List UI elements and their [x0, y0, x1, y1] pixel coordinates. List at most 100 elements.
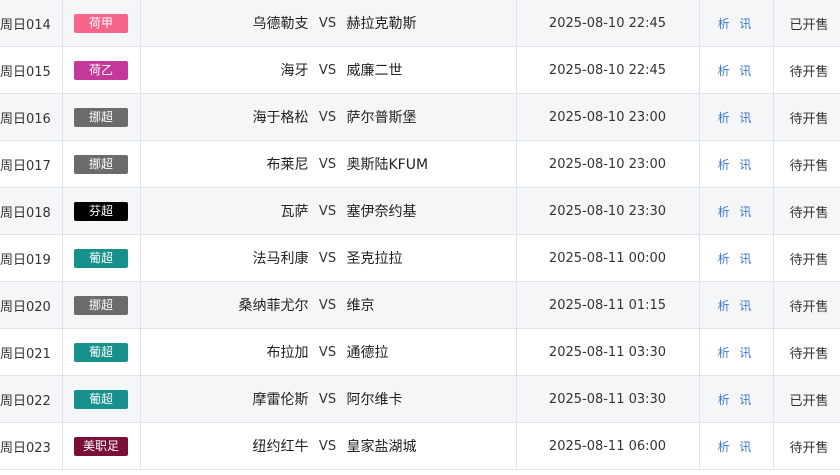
teams: 瓦萨 VS 塞伊奈约基 [141, 189, 515, 234]
teams-cell: 摩雷伦斯 VS 阿尔维卡 [139, 375, 517, 423]
vs-label: VS [318, 62, 337, 78]
match-time: 2025-08-11 01:15 [515, 281, 700, 329]
home-team: 乌德勒支 [252, 16, 309, 32]
analysis-news-link[interactable]: 析 讯 [718, 64, 755, 78]
table-row: 周日020 挪超 桑纳菲尤尔 VS 维京 2025-08-11 01:15 析 讯 待开售 [0, 281, 840, 329]
league-badge[interactable]: 葡超 [74, 342, 128, 362]
teams: 布莱尼 VS 奥斯陆KFUM [141, 142, 515, 187]
info-cell: 析 讯 [698, 140, 774, 188]
table-row: 周日021 葡超 布拉加 VS 通德拉 2025-08-11 03:30 析 讯 待开售 [0, 328, 840, 376]
league-cell: 葡超 [61, 234, 141, 282]
league-badge[interactable]: 葡超 [74, 248, 128, 268]
match-time: 2025-08-10 23:00 [515, 140, 700, 188]
vs-label: VS [318, 156, 337, 172]
match-time: 2025-08-10 23:00 [515, 93, 700, 141]
league-cell: 美职足 [61, 422, 141, 470]
teams-cell: 海于格松 VS 萨尔普斯堡 [139, 93, 517, 141]
match-time: 2025-08-11 03:30 [515, 375, 700, 423]
league-badge[interactable]: 荷甲 [74, 13, 128, 33]
match-number: 周日019 [0, 234, 63, 282]
match-time: 2025-08-10 22:45 [515, 0, 700, 47]
match-time: 2025-08-11 06:00 [515, 422, 700, 470]
vs-label: VS [318, 344, 337, 360]
league-cell: 芬超 [61, 187, 141, 235]
away-team: 阿尔维卡 [346, 392, 403, 408]
league-badge[interactable]: 美职足 [74, 436, 128, 456]
teams-cell: 桑纳菲尤尔 VS 维京 [139, 281, 517, 329]
home-team: 布拉加 [266, 345, 309, 361]
teams-cell: 海牙 VS 威廉二世 [139, 46, 517, 94]
vs-label: VS [318, 109, 337, 125]
home-team: 摩雷伦斯 [252, 392, 309, 408]
league-cell: 挪超 [61, 281, 141, 329]
analysis-news-link[interactable]: 析 讯 [718, 299, 755, 313]
match-number: 周日017 [0, 140, 63, 188]
sale-status: 待开售 [772, 93, 840, 141]
match-number: 周日018 [0, 187, 63, 235]
teams-cell: 瓦萨 VS 塞伊奈约基 [139, 187, 517, 235]
away-team: 威廉二世 [346, 63, 403, 79]
teams: 海牙 VS 威廉二世 [141, 48, 515, 93]
match-number: 周日021 [0, 328, 63, 376]
match-table-body: 周日014 荷甲 乌德勒支 VS 赫拉克勒斯 2025-08-10 22:45 析 讯已开售… [0, 0, 840, 470]
info-cell: 析 讯 [698, 422, 774, 470]
teams: 桑纳菲尤尔 VS 维京 [141, 283, 515, 328]
match-time: 2025-08-10 23:30 [515, 187, 700, 235]
table-row: 周日014 荷甲 乌德勒支 VS 赫拉克勒斯 2025-08-10 22:45 析 讯 已开售 [0, 0, 840, 47]
league-badge[interactable]: 芬超 [74, 201, 128, 221]
match-time: 2025-08-11 00:00 [515, 234, 700, 282]
league-badge[interactable]: 挪超 [74, 154, 128, 174]
sale-status: 待开售 [772, 281, 840, 329]
league-cell: 荷甲 [61, 0, 141, 47]
info-cell: 析 讯 [698, 46, 774, 94]
analysis-news-link[interactable]: 析 讯 [718, 158, 755, 172]
away-team: 通德拉 [346, 345, 389, 361]
away-team: 皇家盐湖城 [346, 439, 417, 455]
league-badge[interactable]: 挪超 [74, 295, 128, 315]
info-cell: 析 讯 [698, 281, 774, 329]
match-number: 周日020 [0, 281, 63, 329]
sale-status: 待开售 [772, 422, 840, 470]
home-team: 桑纳菲尤尔 [238, 298, 309, 314]
analysis-news-link[interactable]: 析 讯 [718, 252, 755, 266]
analysis-news-link[interactable]: 析 讯 [718, 393, 755, 407]
teams: 海于格松 VS 萨尔普斯堡 [141, 95, 515, 140]
table-row: 周日022 葡超 摩雷伦斯 VS 阿尔维卡 2025-08-11 03:30 析 讯 已开售 [0, 375, 840, 423]
away-team: 维京 [346, 298, 375, 314]
sale-status: 待开售 [772, 46, 840, 94]
home-team: 法马利康 [252, 251, 309, 267]
info-cell: 析 讯 [698, 328, 774, 376]
sale-status: 待开售 [772, 234, 840, 282]
match-number: 周日016 [0, 93, 63, 141]
away-team: 圣克拉拉 [346, 251, 403, 267]
analysis-news-link[interactable]: 析 讯 [718, 111, 755, 125]
league-cell: 挪超 [61, 140, 141, 188]
league-badge[interactable]: 挪超 [74, 107, 128, 127]
sale-status: 待开售 [772, 328, 840, 376]
league-badge[interactable]: 葡超 [74, 389, 128, 409]
away-team: 萨尔普斯堡 [346, 110, 417, 126]
table-row: 周日017 挪超 布莱尼 VS 奥斯陆KFUM 2025-08-10 23:00 析 讯 待开… [0, 140, 840, 188]
teams: 乌德勒支 VS 赫拉克勒斯 [141, 0, 515, 46]
teams-cell: 纽约红牛 VS 皇家盐湖城 [139, 422, 517, 470]
teams: 法马利康 VS 圣克拉拉 [141, 236, 515, 281]
analysis-news-link[interactable]: 析 讯 [718, 440, 755, 454]
info-cell: 析 讯 [698, 93, 774, 141]
sale-status: 已开售 [772, 0, 840, 47]
table-row: 周日018 芬超 瓦萨 VS 塞伊奈约基 2025-08-10 23:30 析 讯 待开售 [0, 187, 840, 235]
analysis-news-link[interactable]: 析 讯 [718, 17, 755, 31]
match-time: 2025-08-10 22:45 [515, 46, 700, 94]
sale-status: 已开售 [772, 375, 840, 423]
vs-label: VS [318, 391, 337, 407]
teams-cell: 乌德勒支 VS 赫拉克勒斯 [139, 0, 517, 47]
vs-label: VS [318, 203, 337, 219]
vs-label: VS [318, 15, 337, 31]
league-cell: 葡超 [61, 375, 141, 423]
teams-cell: 布莱尼 VS 奥斯陆KFUM [139, 140, 517, 188]
analysis-news-link[interactable]: 析 讯 [718, 346, 755, 360]
analysis-news-link[interactable]: 析 讯 [718, 205, 755, 219]
away-team: 赫拉克勒斯 [346, 16, 417, 32]
league-badge[interactable]: 荷乙 [74, 60, 128, 80]
teams: 摩雷伦斯 VS 阿尔维卡 [141, 377, 515, 422]
home-team: 瓦萨 [280, 204, 309, 220]
